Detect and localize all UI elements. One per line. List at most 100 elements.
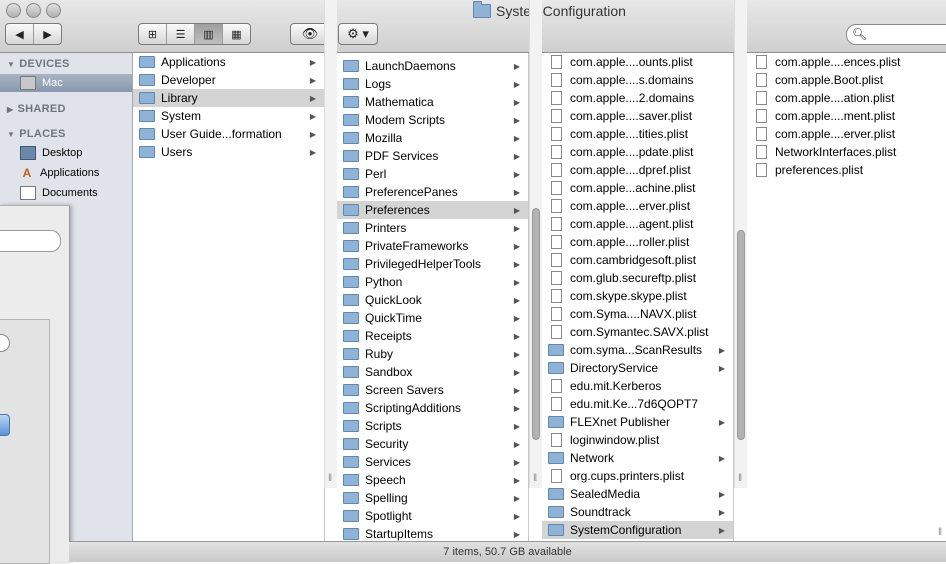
sidebar-header-devices[interactable]: ▼ DEVICES — [7, 58, 70, 70]
column-resize-handle[interactable]: ‖ — [533, 473, 537, 484]
column-3-scrollbar[interactable]: ‖ — [734, 0, 747, 488]
list-item[interactable]: com.Symantec.SAVX.plist — [542, 323, 733, 341]
list-item[interactable]: com.apple....agent.plist — [542, 215, 733, 233]
list-item[interactable]: PDF Services ▶ — [337, 147, 528, 165]
list-item[interactable]: Sandbox ▶ — [337, 363, 528, 381]
list-item[interactable]: com.apple....ation.plist — [747, 89, 946, 107]
sidebar-header-shared[interactable]: ▶ SHARED — [7, 103, 66, 115]
list-item[interactable]: Speech ▶ — [337, 471, 528, 489]
icon-view-button[interactable]: ⊞ — [139, 24, 167, 44]
list-item[interactable]: com.apple....roller.plist — [542, 233, 733, 251]
list-item[interactable]: Developer ▶ — [133, 71, 324, 89]
background-text-field[interactable] — [0, 230, 61, 252]
column-1-scrollbar[interactable]: ‖ — [324, 0, 337, 488]
list-item[interactable]: Logs ▶ — [337, 75, 528, 93]
list-item[interactable]: com.cambridgesoft.plist — [542, 251, 733, 269]
zoom-window-button[interactable] — [46, 3, 61, 18]
list-item[interactable]: Applications ▶ — [133, 53, 324, 71]
column-2-scroll-thumb[interactable] — [532, 208, 540, 440]
list-item[interactable]: User Guide...formation ▶ — [133, 125, 324, 143]
list-item[interactable]: com.syma...ScanResults ▶ — [542, 341, 733, 359]
column-resize-handle[interactable]: ‖ — [738, 473, 742, 484]
disclosure-arrow-icon: ▶ — [513, 367, 520, 377]
list-item[interactable]: com.apple....ment.plist — [747, 107, 946, 125]
minimize-window-button[interactable] — [26, 3, 41, 18]
list-item[interactable]: com.apple....erver.plist — [747, 125, 946, 143]
list-item[interactable]: com.apple...achine.plist — [542, 179, 733, 197]
list-item[interactable]: com.skype.skype.plist — [542, 287, 733, 305]
list-item[interactable]: com.apple....tities.plist — [542, 125, 733, 143]
list-item[interactable]: Users ▶ — [133, 143, 324, 161]
list-item[interactable]: Services ▶ — [337, 453, 528, 471]
sidebar-item-desktop[interactable]: Desktop — [0, 144, 132, 162]
list-item[interactable]: ScriptingAdditions ▶ — [337, 399, 528, 417]
list-item[interactable]: FLEXnet Publisher ▶ — [542, 413, 733, 431]
column-2-scrollbar[interactable]: ‖ — [529, 0, 542, 488]
list-item[interactable]: com.apple....saver.plist — [542, 107, 733, 125]
list-item[interactable]: System ▶ — [133, 107, 324, 125]
back-button[interactable]: ◀ — [6, 24, 34, 44]
list-item[interactable]: Printers ▶ — [337, 219, 528, 237]
list-item[interactable]: Scripts ▶ — [337, 417, 528, 435]
list-item[interactable]: Spelling ▶ — [337, 489, 528, 507]
list-item[interactable]: Receipts ▶ — [337, 327, 528, 345]
close-window-button[interactable] — [6, 3, 21, 18]
list-item[interactable]: Soundtrack ▶ — [542, 503, 733, 521]
list-item[interactable]: com.apple....pdate.plist — [542, 143, 733, 161]
list-item-label: ScriptingAdditions — [365, 401, 462, 415]
forward-button[interactable]: ▶ — [34, 24, 61, 44]
coverflow-view-button[interactable]: ▦ — [223, 24, 250, 44]
window-title: SystemConfiguration — [473, 1, 626, 19]
list-item[interactable]: Screen Savers ▶ — [337, 381, 528, 399]
list-item[interactable]: com.apple....dpref.plist — [542, 161, 733, 179]
list-item[interactable]: org.cups.printers.plist — [542, 467, 733, 485]
list-item[interactable]: PrivateFrameworks ▶ — [337, 237, 528, 255]
list-item[interactable]: com.Syma....NAVX.plist — [542, 305, 733, 323]
sidebar-item-documents[interactable]: Documents — [0, 184, 132, 202]
list-item[interactable]: Perl ▶ — [337, 165, 528, 183]
list-item[interactable]: com.apple....2.domains — [542, 89, 733, 107]
list-item[interactable]: Mozilla ▶ — [337, 129, 528, 147]
list-item[interactable]: Modem Scripts ▶ — [337, 111, 528, 129]
list-item[interactable]: PrivilegedHelperTools ▶ — [337, 255, 528, 273]
column-3-scroll-thumb[interactable] — [737, 230, 745, 440]
list-item[interactable]: DirectoryService ▶ — [542, 359, 733, 377]
list-item[interactable]: Security ▶ — [337, 435, 528, 453]
list-item[interactable]: com.apple.Boot.plist — [747, 71, 946, 89]
list-item[interactable]: com.apple....ounts.plist — [542, 53, 733, 71]
sidebar-item-mac[interactable]: Mac — [0, 74, 132, 92]
list-item[interactable]: QuickTime ▶ — [337, 309, 528, 327]
list-item[interactable]: com.glub.secureftp.plist — [542, 269, 733, 287]
column-resize-handle[interactable]: ‖ — [328, 473, 332, 484]
list-item[interactable]: NetworkInterfaces.plist — [747, 143, 946, 161]
list-item[interactable]: LaunchDaemons ▶ — [337, 57, 528, 75]
list-item[interactable]: SealedMedia ▶ — [542, 485, 733, 503]
list-item[interactable]: com.apple....ences.plist — [747, 53, 946, 71]
list-item[interactable]: preferences.plist — [747, 161, 946, 179]
list-item[interactable]: loginwindow.plist — [542, 431, 733, 449]
list-item[interactable]: Python ▶ — [337, 273, 528, 291]
list-item[interactable]: Mathematica ▶ — [337, 93, 528, 111]
list-item[interactable]: com.apple....erver.plist — [542, 197, 733, 215]
list-item[interactable]: StartupItems ▶ — [337, 525, 528, 541]
list-item[interactable]: Library ▶ — [133, 89, 324, 107]
list-item[interactable]: Preferences ▶ — [337, 201, 528, 219]
background-default-button[interactable] — [0, 414, 10, 436]
column-view-button[interactable]: ▥ — [195, 24, 223, 44]
list-item[interactable]: PreferencePanes ▶ — [337, 183, 528, 201]
list-item[interactable]: edu.mit.Ke...7d6QOPT7 — [542, 395, 733, 413]
list-item[interactable]: com.apple....s.domains — [542, 71, 733, 89]
sidebar-item-applications[interactable]: A Applications — [0, 164, 132, 182]
list-item[interactable]: QuickLook ▶ — [337, 291, 528, 309]
sidebar-header-places[interactable]: ▼ PLACES — [7, 128, 66, 140]
background-panel — [0, 319, 50, 564]
list-item[interactable]: edu.mit.Kerberos — [542, 377, 733, 395]
search-field[interactable]: 🔍︎ — [846, 24, 946, 45]
list-item[interactable]: Ruby ▶ — [337, 345, 528, 363]
file-icon — [551, 379, 562, 393]
list-item[interactable]: SystemConfiguration ▶ — [542, 521, 733, 539]
list-item[interactable]: Spotlight ▶ — [337, 507, 528, 525]
list-view-button[interactable]: ☰ — [167, 24, 195, 44]
action-menu-button[interactable]: ⚙ ▾ — [338, 23, 378, 45]
list-item[interactable]: Network ▶ — [542, 449, 733, 467]
